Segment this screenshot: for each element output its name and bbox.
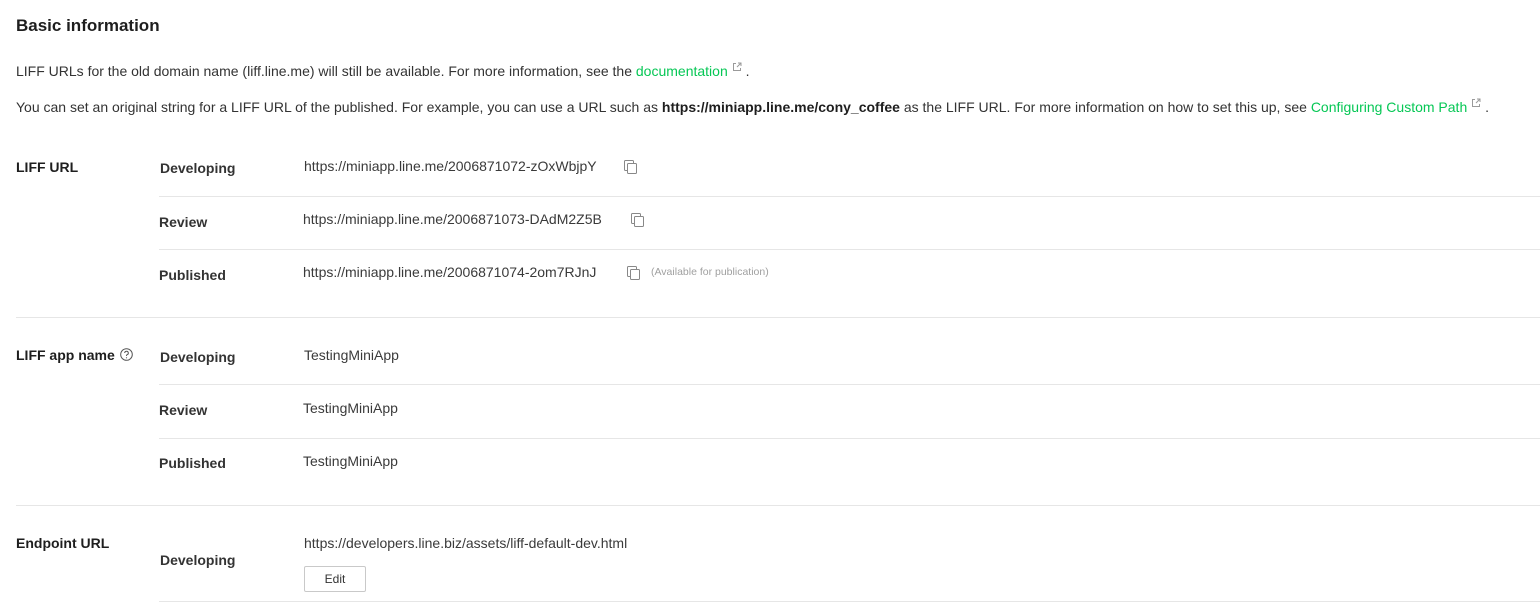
notice-custom-path-end: . — [1485, 99, 1490, 115]
app-name-published-label: Published — [159, 455, 226, 471]
copy-icon[interactable] — [624, 160, 637, 174]
row-separator — [159, 601, 1540, 602]
app-name-review-label: Review — [159, 402, 208, 418]
endpoint-url-label: Endpoint URL — [16, 535, 110, 551]
app-name-review-value: TestingMiniApp — [303, 400, 398, 416]
notice-old-domain-text: LIFF URLs for the old domain name (liff.… — [16, 63, 636, 79]
page-title: Basic information — [16, 16, 160, 35]
group-separator — [16, 505, 1540, 506]
notice-custom-path: You can set an original string for a LIF… — [16, 98, 1489, 115]
row-separator — [159, 196, 1540, 197]
app-name-developing-label: Developing — [160, 349, 236, 365]
app-name-developing-value: TestingMiniApp — [304, 347, 399, 363]
help-icon[interactable] — [119, 348, 133, 361]
edit-endpoint-button[interactable]: Edit — [304, 566, 366, 592]
external-link-icon — [1472, 98, 1481, 107]
configuring-custom-path-link[interactable]: Configuring Custom Path — [1311, 99, 1467, 115]
liff-url-published-label: Published — [159, 267, 226, 283]
liff-url-review-value: https://miniapp.line.me/2006871073-DAdM2… — [303, 211, 602, 227]
notice-old-domain: LIFF URLs for the old domain name (liff.… — [16, 62, 750, 79]
liff-app-name-label-text: LIFF app name — [16, 347, 115, 363]
endpoint-developing-label: Developing — [160, 552, 236, 568]
liff-url-label: LIFF URL — [16, 159, 79, 175]
copy-icon[interactable] — [631, 213, 644, 227]
row-separator — [159, 438, 1540, 439]
external-link-icon — [732, 62, 742, 71]
app-name-published-value: TestingMiniApp — [303, 453, 398, 469]
copy-icon[interactable] — [627, 266, 640, 280]
liff-app-name-label: LIFF app name — [16, 347, 133, 363]
liff-url-review-label: Review — [159, 214, 208, 230]
liff-url-developing-label: Developing — [160, 160, 236, 176]
notice-old-domain-end: . — [745, 63, 750, 79]
endpoint-developing-value: https://developers.line.biz/assets/liff-… — [304, 535, 628, 551]
publication-status-note: (Available for publication) — [651, 266, 769, 278]
row-separator — [159, 249, 1540, 250]
liff-url-developing-value: https://miniapp.line.me/2006871072-zOxWb… — [304, 158, 597, 174]
notice-custom-path-text-b: as the LIFF URL. For more information on… — [899, 99, 1311, 115]
example-custom-url: https://miniapp.line.me/cony_coffee — [661, 99, 900, 115]
liff-url-published-value: https://miniapp.line.me/2006871074-2om7R… — [303, 264, 597, 280]
notice-custom-path-text-a: You can set an original string for a LIF… — [16, 99, 662, 115]
row-separator — [159, 384, 1540, 385]
group-separator — [16, 317, 1540, 318]
documentation-link[interactable]: documentation — [636, 63, 728, 79]
